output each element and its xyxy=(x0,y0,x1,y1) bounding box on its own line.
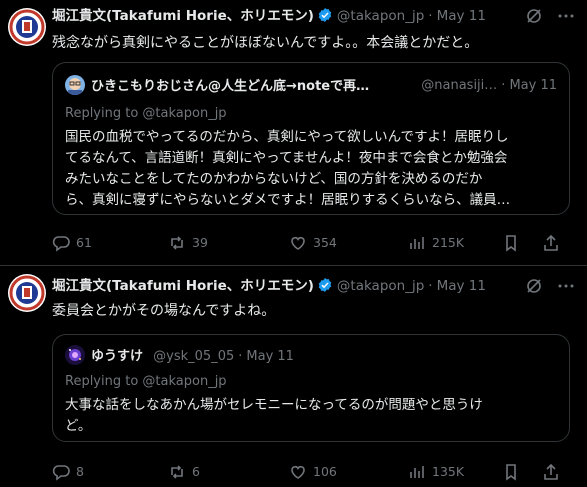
repost-count: 39 xyxy=(192,235,208,250)
like-button[interactable]: 354 xyxy=(289,233,337,253)
quote-replying-to: Replying to @takapon_jp xyxy=(65,106,227,121)
views-count: 135K xyxy=(432,464,465,479)
views-count: 215K xyxy=(432,235,465,250)
quote-date: May 11 xyxy=(246,349,294,364)
share-icon xyxy=(544,463,558,480)
repost-button[interactable]: 39 xyxy=(168,233,208,253)
grok-icon[interactable] xyxy=(525,7,543,25)
grok-icon[interactable] xyxy=(525,277,543,295)
avatar-galaxy-icon xyxy=(65,345,85,365)
quote-line: ら、真剣に寝ずにやらないとダメですよ！居眠りするくらいなら、議員… xyxy=(65,192,511,208)
share-button[interactable] xyxy=(542,462,560,482)
quoted-post[interactable]: ひきこもりおじさん@人生どん底→noteで再… @nanasiji… · May 1… xyxy=(52,62,570,215)
quote-header: ゆうすけ @ysk_05_05 · May 11 xyxy=(65,345,557,367)
share-button[interactable] xyxy=(542,233,560,253)
bookmark-button[interactable] xyxy=(502,233,520,253)
reply-count: 8 xyxy=(76,464,84,479)
separator-dot: · xyxy=(238,349,243,364)
post-header: 堀江貴文(Takafumi Horie、ホリエモン) @takapon_jp · Ma… xyxy=(52,6,486,26)
quote-author-name[interactable]: ひきこもりおじさん@人生どん底→noteで再… xyxy=(91,79,369,94)
like-count: 354 xyxy=(313,235,337,250)
like-button[interactable]: 106 xyxy=(289,462,337,482)
separator-dot: · xyxy=(501,78,506,93)
quote-line: 大事な話をしなあかん場がセレモニーになってるのが問題やと思うけ xyxy=(65,397,483,413)
bookmark-icon xyxy=(506,464,516,481)
repost-button[interactable]: 6 xyxy=(168,462,200,482)
quote-date: May 11 xyxy=(509,78,557,93)
post-date[interactable]: May 11 xyxy=(437,278,486,294)
quote-body: 国民の血税でやってるのだから、真剣にやって欲しいんですよ！居眠りし てるなんて、… xyxy=(65,127,555,211)
avatar[interactable] xyxy=(8,274,46,312)
like-icon xyxy=(291,237,305,250)
avatar-illustration-icon xyxy=(65,75,85,95)
post-text: 残念ながら真剣にやることがほぼないんですよ。。本会議とかだと。 xyxy=(52,35,479,51)
separator-dot: · xyxy=(428,278,433,294)
more-icon[interactable] xyxy=(557,7,575,25)
quote-author-handle[interactable]: @nanasiji… xyxy=(421,78,497,93)
author-handle[interactable]: @takapon_jp xyxy=(337,278,424,294)
post-2[interactable]: 堀江貴文(Takafumi Horie、ホリエモン) @takapon_jp · Ma… xyxy=(0,266,587,487)
separator-dot: · xyxy=(428,8,433,24)
reply-count: 61 xyxy=(76,235,92,250)
repost-icon xyxy=(171,465,183,479)
views-icon xyxy=(410,237,424,249)
reply-icon xyxy=(52,236,70,252)
quote-line: みたいなことをしてたのかわからないけど、国の方針を決めるのだか xyxy=(65,171,483,187)
avatar[interactable] xyxy=(8,8,46,46)
verified-badge-icon xyxy=(318,278,332,292)
reply-icon xyxy=(52,465,70,481)
avatar-emblem-icon xyxy=(9,9,45,45)
repost-icon xyxy=(171,236,183,250)
like-count: 106 xyxy=(313,464,337,479)
post-text: 委員会とかがその場なんですよね。 xyxy=(52,303,276,319)
reply-button[interactable]: 61 xyxy=(52,233,92,253)
quoted-post[interactable]: ゆうすけ @ysk_05_05 · May 11 Replying to @taka… xyxy=(52,334,570,442)
views-button[interactable]: 215K xyxy=(408,233,464,253)
quote-replying-to: Replying to @takapon_jp xyxy=(65,374,227,389)
quote-line: ど。 xyxy=(65,418,92,434)
quote-line: 国民の血税でやってるのだから、真剣にやって欲しいんですよ！居眠りし xyxy=(65,129,509,145)
post-header: 堀江貴文(Takafumi Horie、ホリエモン) @takapon_jp · Ma… xyxy=(52,276,486,296)
reply-button[interactable]: 8 xyxy=(52,462,84,482)
post-actions: 61 39 354 215K xyxy=(52,233,575,253)
post-date[interactable]: May 11 xyxy=(437,8,486,24)
repost-count: 6 xyxy=(192,464,200,479)
author-handle[interactable]: @takapon_jp xyxy=(337,8,424,24)
views-button[interactable]: 135K xyxy=(408,462,464,482)
post-corner-actions xyxy=(525,276,575,296)
share-icon xyxy=(544,234,558,251)
quote-author-name[interactable]: ゆうすけ xyxy=(91,349,143,364)
bookmark-button[interactable] xyxy=(502,462,520,482)
views-icon xyxy=(410,466,424,478)
quote-avatar xyxy=(65,345,85,365)
quote-body: 大事な話をしなあかん場がセレモニーになってるのが問題やと思うけ ど。 xyxy=(65,395,555,437)
quote-avatar xyxy=(65,75,85,95)
post-1[interactable]: 堀江貴文(Takafumi Horie、ホリエモン) @takapon_jp · Ma… xyxy=(0,0,587,266)
author-name[interactable]: 堀江貴文(Takafumi Horie、ホリエモン) xyxy=(52,278,314,294)
quote-header: ひきこもりおじさん@人生どん底→noteで再… @nanasiji… · May 1… xyxy=(65,75,557,97)
quote-line: てるなんて、言語道断！真剣にやってませんよ！夜中まで会食とか勉強会 xyxy=(65,150,508,166)
post-actions: 8 6 106 135K xyxy=(52,462,575,482)
more-icon[interactable] xyxy=(557,277,575,295)
avatar-emblem-icon xyxy=(9,275,45,311)
quote-author-handle[interactable]: @ysk_05_05 xyxy=(153,349,234,364)
post-corner-actions xyxy=(525,6,575,26)
like-icon xyxy=(291,466,305,479)
bookmark-icon xyxy=(506,235,516,252)
verified-badge-icon xyxy=(318,8,332,22)
author-name[interactable]: 堀江貴文(Takafumi Horie、ホリエモン) xyxy=(52,8,314,24)
